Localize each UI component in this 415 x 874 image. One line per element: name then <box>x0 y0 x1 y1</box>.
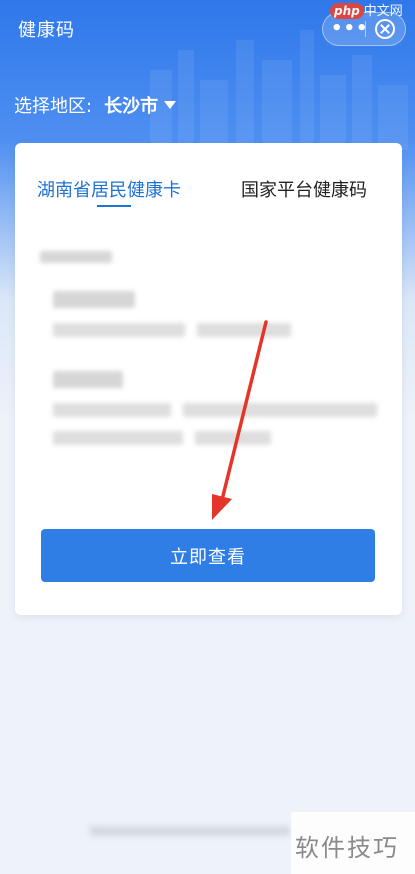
region-label: 选择地区: <box>14 96 93 117</box>
app-title: 健康码 <box>18 20 75 41</box>
blurred-footer-text <box>90 826 290 836</box>
blurred-heading <box>40 251 112 263</box>
region-selector[interactable]: 选择地区: 长沙市 <box>14 92 177 118</box>
more-dots-icon[interactable]: ••• <box>331 18 368 40</box>
view-now-button[interactable]: 立即查看 <box>41 529 375 582</box>
active-tab-indicator <box>97 205 131 207</box>
caret-down-icon <box>164 101 177 109</box>
blurred-id-line-a <box>53 323 185 337</box>
region-value: 长沙市 <box>104 96 159 117</box>
tab-national-health-code[interactable]: 国家平台健康码 <box>241 176 367 202</box>
site-watermark-top: php 中文网 <box>330 0 415 20</box>
php-logo: php <box>330 3 364 19</box>
capsule-divider <box>365 21 366 37</box>
site-watermark-bottom: 软件技巧 <box>291 812 415 874</box>
blurred-address-line-2b <box>195 431 271 445</box>
health-code-page: 健康码 ••• php 中文网 选择地区: 长沙市 湖南省居民健康卡 国家平台健康码… <box>0 0 415 874</box>
blurred-id-line-b <box>197 323 291 337</box>
close-circle-icon[interactable] <box>375 19 395 39</box>
blurred-address-line-2a <box>53 431 183 445</box>
tab-hunan-health-card[interactable]: 湖南省居民健康卡 <box>37 176 181 202</box>
blurred-address-label <box>53 371 123 388</box>
blurred-name-label <box>53 291 135 308</box>
blurred-address-line-1a <box>53 403 171 417</box>
blurred-address-line-1b <box>183 403 377 417</box>
watermark-bottom-text: 软件技巧 <box>295 834 399 862</box>
watermark-top-text: 中文网 <box>363 4 403 19</box>
